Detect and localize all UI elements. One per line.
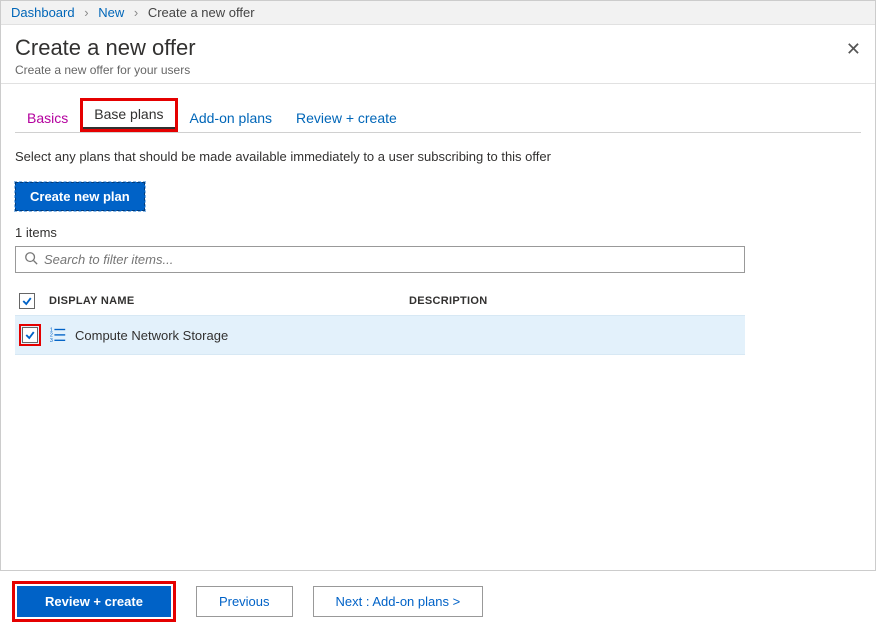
chevron-right-icon: › bbox=[78, 5, 94, 20]
row-checkbox[interactable] bbox=[22, 327, 38, 343]
tab-review-create[interactable]: Review + create bbox=[284, 104, 409, 132]
chevron-right-icon: › bbox=[128, 5, 144, 20]
search-input[interactable] bbox=[44, 252, 736, 267]
items-count: 1 items bbox=[15, 225, 861, 240]
tab-basics[interactable]: Basics bbox=[15, 104, 80, 132]
column-header-display-name[interactable]: DISPLAY NAME bbox=[49, 295, 409, 307]
page-header: Create a new offer Create a new offer fo… bbox=[1, 25, 875, 84]
close-icon[interactable]: ✕ bbox=[846, 39, 861, 60]
row-display-name: Compute Network Storage bbox=[75, 328, 228, 343]
breadcrumb-dashboard[interactable]: Dashboard bbox=[11, 5, 75, 20]
table-row[interactable]: 1 2 3 Compute Network Storage bbox=[15, 315, 745, 355]
plans-table: DISPLAY NAME DESCRIPTION 1 2 bbox=[15, 287, 745, 355]
select-all-checkbox[interactable] bbox=[19, 293, 35, 309]
breadcrumb-current: Create a new offer bbox=[148, 5, 255, 20]
tab-addon-plans[interactable]: Add-on plans bbox=[178, 104, 285, 132]
previous-button[interactable]: Previous bbox=[196, 586, 293, 617]
instruction-text: Select any plans that should be made ava… bbox=[15, 149, 861, 164]
search-icon bbox=[24, 251, 44, 268]
next-button[interactable]: Next : Add-on plans > bbox=[313, 586, 484, 617]
create-new-plan-button[interactable]: Create new plan bbox=[15, 182, 145, 211]
column-header-description[interactable]: DESCRIPTION bbox=[409, 295, 741, 307]
table-header-row: DISPLAY NAME DESCRIPTION bbox=[15, 287, 745, 315]
review-create-button[interactable]: Review + create bbox=[17, 586, 171, 617]
highlight-box-checkbox bbox=[19, 324, 41, 346]
breadcrumb: Dashboard › New › Create a new offer bbox=[1, 1, 875, 25]
plan-icon: 1 2 3 bbox=[49, 325, 67, 346]
highlight-box-tab: Base plans bbox=[80, 98, 177, 132]
tab-base-plans[interactable]: Base plans bbox=[83, 101, 174, 129]
search-box[interactable] bbox=[15, 246, 745, 273]
tabs: Basics Base plans Add-on plans Review + … bbox=[15, 98, 861, 133]
footer-bar: Review + create Previous Next : Add-on p… bbox=[0, 570, 876, 632]
page-title: Create a new offer bbox=[15, 35, 861, 61]
page-subtitle: Create a new offer for your users bbox=[15, 63, 861, 77]
breadcrumb-new[interactable]: New bbox=[98, 5, 124, 20]
highlight-box-review: Review + create bbox=[12, 581, 176, 622]
svg-text:3: 3 bbox=[50, 338, 53, 343]
